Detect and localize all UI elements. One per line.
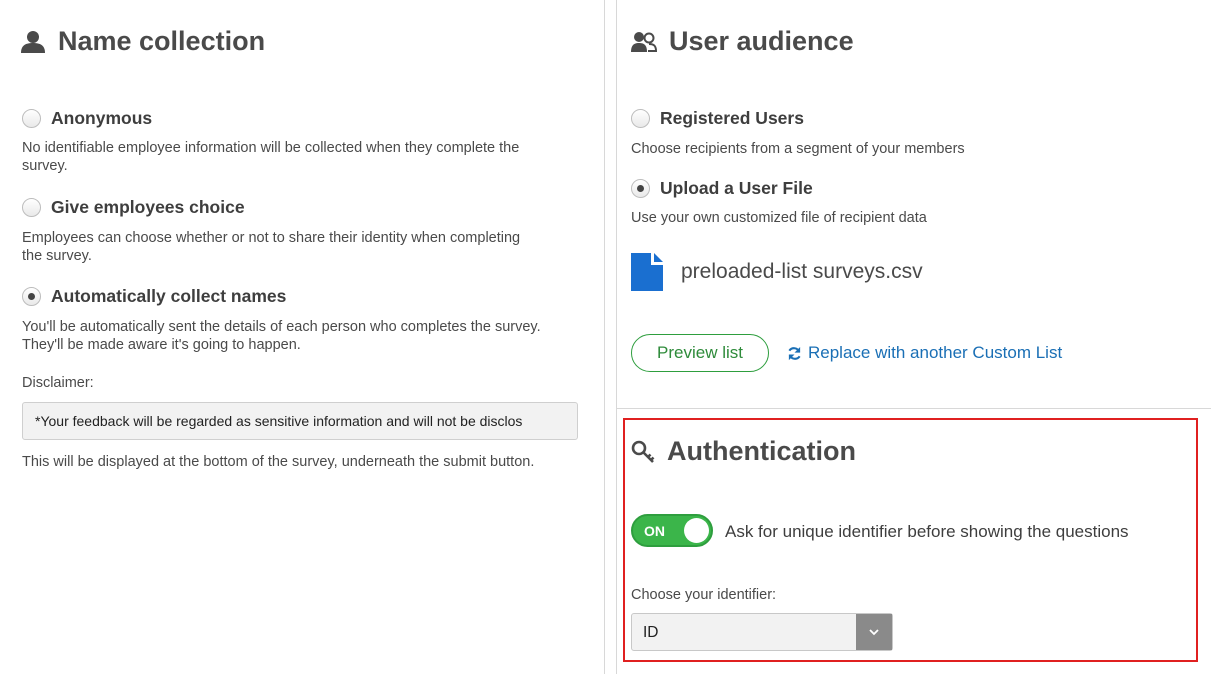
authentication-heading: Authentication [631,436,856,467]
identifier-label: Choose your identifier: [631,587,777,603]
key-icon [631,440,655,463]
identifier-select[interactable]: ID [631,613,893,651]
auto-collect-description: You'll be automatically sent the details… [22,319,541,353]
replace-custom-list-link[interactable]: Replace with another Custom List [787,343,1062,363]
anonymous-description: No identifiable employee information wil… [22,140,520,174]
authentication-toggle[interactable]: ON [631,514,713,547]
give-choice-description: Employees can choose whether or not to s… [22,230,521,264]
identifier-selected-value: ID [643,624,659,641]
registered-users-description: Choose recipients from a segment of your… [631,141,965,157]
radio-button-selected[interactable] [22,287,41,306]
panel-divider [604,0,605,674]
radio-button-selected[interactable] [631,179,650,198]
toggle-description: Ask for unique identifier before showing… [725,522,1129,541]
radio-button[interactable] [22,198,41,217]
right-panel: User audience Registered Users Choose re… [617,0,1211,674]
chevron-down-icon [869,628,879,635]
disclaimer-input[interactable]: *Your feedback will be regarded as sensi… [22,402,578,440]
name-collection-panel: Name collection Anonymous No identifiabl… [0,0,604,674]
radio-label: Give employees choice [51,197,245,217]
section-divider [617,408,1211,409]
replace-link-label: Replace with another Custom List [808,343,1063,362]
users-icon [631,31,657,52]
radio-automatically-collect-names[interactable]: Automatically collect names [22,286,286,307]
dropdown-button[interactable] [856,614,892,650]
radio-anonymous[interactable]: Anonymous [22,108,152,129]
toggle-knob [684,518,709,543]
radio-upload-user-file[interactable]: Upload a User File [631,178,813,199]
radio-label: Anonymous [51,108,153,128]
radio-label: Automatically collect names [51,286,287,306]
user-audience-heading: User audience [631,26,854,57]
radio-label: Upload a User File [660,178,813,198]
refresh-icon [788,346,801,360]
name-collection-heading: Name collection [20,26,265,57]
authentication-title: Authentication [667,436,856,466]
user-audience-title: User audience [669,26,854,56]
disclaimer-help-text: This will be displayed at the bottom of … [22,454,535,470]
radio-button[interactable] [631,109,650,128]
name-collection-title: Name collection [58,26,266,56]
radio-button[interactable] [22,109,41,128]
user-icon [21,30,45,53]
disclaimer-label: Disclaimer: [22,375,94,391]
file-name: preloaded-list surveys.csv [681,260,923,283]
radio-label: Registered Users [660,108,804,128]
upload-file-description: Use your own customized file of recipien… [631,210,927,226]
file-icon [631,253,663,291]
preview-list-button[interactable]: Preview list [631,334,769,372]
radio-give-employees-choice[interactable]: Give employees choice [22,197,245,218]
radio-registered-users[interactable]: Registered Users [631,108,804,129]
toggle-label: ON [644,523,665,539]
uploaded-file: preloaded-list surveys.csv [631,253,923,291]
